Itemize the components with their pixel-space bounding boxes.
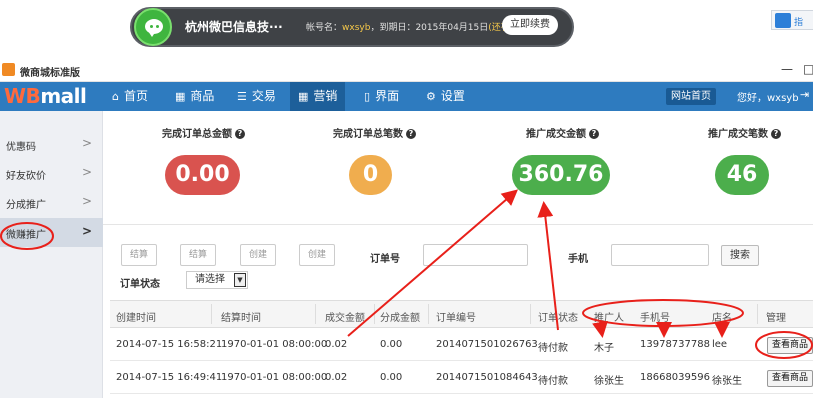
maximize-button[interactable]: □ <box>803 62 813 76</box>
cell-shop-name: lee <box>712 339 728 350</box>
settle-date-end[interactable]: 结算 <box>180 244 216 266</box>
created-date-end[interactable]: 创建 <box>299 244 335 266</box>
col-created-time: 创建时间 <box>116 313 156 324</box>
cell-promoter: 徐张生 <box>594 376 624 387</box>
created-date-start[interactable]: 创建 <box>240 244 276 266</box>
stat-promo-count: 46 <box>715 155 769 195</box>
user-greeting: 您好，wxsyb <box>737 93 799 104</box>
stat-label-promo-amount: 推广成交金额? <box>526 125 599 140</box>
cell-phone: 18668039596 <box>640 372 710 383</box>
app-icon <box>2 63 15 76</box>
cell-share-amount: 0.00 <box>380 339 403 350</box>
gear-icon: ⚙ <box>426 90 436 103</box>
order-status-select[interactable]: 请选择 ▼ <box>186 271 248 289</box>
phone-input[interactable] <box>611 244 709 266</box>
cell-settle-time: 1970-01-01 08:00:00 <box>221 339 328 350</box>
cell-order-status: 待付款 <box>538 343 568 354</box>
grid-icon: ▦ <box>175 90 186 103</box>
col-order-status: 订单状态 <box>538 313 578 324</box>
chevron-down-icon: ▼ <box>234 273 246 287</box>
company-name: 杭州微巴信息技··· <box>185 20 283 34</box>
sidebar-item-weizhuan-promo[interactable]: 微赚推广 > <box>0 218 103 247</box>
col-manage: 管理 <box>766 313 786 324</box>
chevron-right-icon: > <box>82 165 93 179</box>
nav-home[interactable]: ⌂ 首页 <box>104 82 156 111</box>
cell-shop-name: 徐张生 <box>712 376 742 387</box>
expiry-date: 2015年04月15日 <box>415 23 489 33</box>
stat-label-total-count: 完成订单总笔数? <box>333 125 416 140</box>
phone-icon: ▯ <box>364 90 371 103</box>
sidebar-item-coupon[interactable]: 优惠码 > <box>0 130 103 159</box>
cell-order-status: 待付款 <box>538 376 568 387</box>
help-icon[interactable]: ? <box>406 129 416 139</box>
search-button[interactable]: 搜索 <box>721 245 759 266</box>
wbmall-logo: WBmall <box>4 84 87 108</box>
corner-button[interactable]: 指 <box>771 10 813 30</box>
renew-button[interactable]: 立即续费 <box>502 15 558 35</box>
stat-promo-amount: 360.76 <box>512 155 610 195</box>
cell-order-no: 2014071501026763 <box>436 339 538 350</box>
cell-deal-amount: 0.02 <box>325 339 348 350</box>
logout-icon[interactable]: ⇥ <box>800 88 809 101</box>
order-no-label: 订单号 <box>370 254 400 265</box>
nav-transactions[interactable]: ☰ 交易 <box>229 82 284 111</box>
cell-order-no: 2014071501084643 <box>436 372 538 383</box>
phone-label: 手机 <box>568 254 588 265</box>
view-products-button[interactable]: 查看商品 <box>767 337 813 354</box>
sidebar-item-share-promo[interactable]: 分成推广 > <box>0 188 103 217</box>
account-name: wxsyb <box>342 23 371 33</box>
stat-label-promo-count: 推广成交笔数? <box>708 125 781 140</box>
col-share-amount: 分成金额 <box>380 313 420 324</box>
nav-marketing[interactable]: ▦ 营销 <box>290 82 346 111</box>
grid-icon: ▦ <box>298 90 309 103</box>
cell-promoter: 木子 <box>594 343 614 354</box>
screen: 杭州微巴信息技··· 帐号名：wxsyb，到期日：2015年04月15日(还有2… <box>0 0 813 398</box>
view-products-button[interactable]: 查看商品 <box>767 370 813 387</box>
cell-settle-time: 1970-01-01 08:00:00 <box>221 372 328 383</box>
cell-deal-amount: 0.02 <box>325 372 348 383</box>
chevron-right-icon: > <box>82 224 93 238</box>
site-home-button[interactable]: 网站首页 <box>666 88 716 105</box>
chevron-right-icon: > <box>82 136 93 150</box>
settle-date-start[interactable]: 结算 <box>121 244 157 266</box>
order-status-label: 订单状态 <box>120 279 160 290</box>
col-promoter: 推广人 <box>594 313 624 324</box>
stat-label-total-amount: 完成订单总金额? <box>162 125 245 140</box>
help-icon[interactable]: ? <box>589 129 599 139</box>
sidebar-item-bargain[interactable]: 好友砍价 > <box>0 159 103 188</box>
nav-products[interactable]: ▦ 商品 <box>167 82 222 111</box>
wechat-icon <box>134 8 172 46</box>
col-deal-amount: 成交金额 <box>325 313 365 324</box>
corner-app-icon <box>775 13 791 28</box>
help-icon[interactable]: ? <box>235 129 245 139</box>
chevron-right-icon: > <box>82 194 93 208</box>
window-titlebar <box>0 60 813 82</box>
minimize-button[interactable]: — <box>781 62 793 76</box>
col-settle-time: 结算时间 <box>221 313 261 324</box>
nav-settings[interactable]: ⚙ 设置 <box>418 82 473 111</box>
col-phone: 手机号 <box>640 313 670 324</box>
help-icon[interactable]: ? <box>771 129 781 139</box>
cell-created-time: 2014-07-15 16:49:41 <box>116 372 223 383</box>
order-no-input[interactable] <box>423 244 528 266</box>
col-shop-name: 店名 <box>712 313 732 324</box>
cell-share-amount: 0.00 <box>380 372 403 383</box>
stat-total-count: 0 <box>349 155 392 195</box>
stat-total-amount: 0.00 <box>165 155 240 195</box>
cell-created-time: 2014-07-15 16:58:21 <box>116 339 223 350</box>
cell-phone: 13978737788 <box>640 339 710 350</box>
nav-interface[interactable]: ▯ 界面 <box>356 82 407 111</box>
home-icon: ⌂ <box>112 90 119 103</box>
col-order-no: 订单编号 <box>436 313 476 324</box>
list-icon: ☰ <box>237 90 247 103</box>
window-title: 微商城标准版 <box>20 68 80 79</box>
